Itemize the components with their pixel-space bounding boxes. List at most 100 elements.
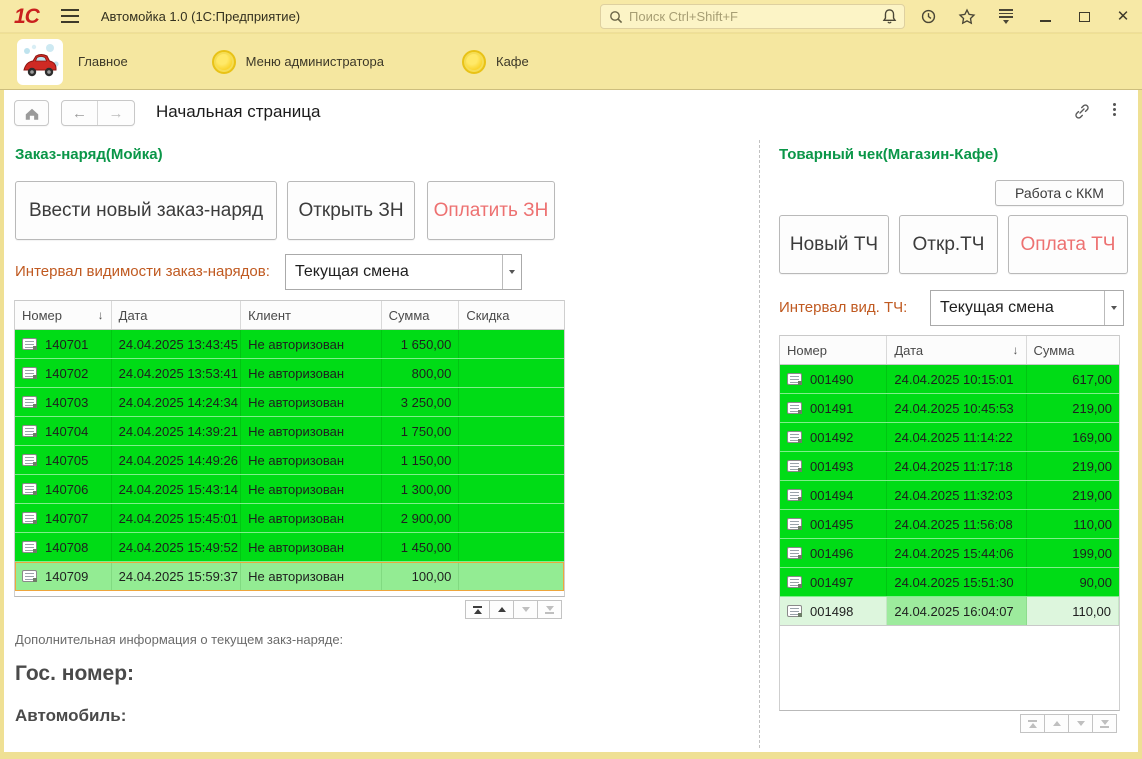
- go-first-button[interactable]: [1020, 714, 1045, 733]
- panel-splitter[interactable]: [759, 140, 760, 748]
- table-cell[interactable]: 110,00: [1027, 510, 1119, 538]
- table-cell[interactable]: 001494: [780, 481, 887, 509]
- table-cell[interactable]: 24.04.2025 11:17:18: [887, 452, 1026, 480]
- order-row[interactable]: 14070124.04.2025 13:43:45Не авторизован1…: [15, 330, 564, 359]
- new-order-button[interactable]: Ввести новый заказ-наряд: [15, 181, 277, 240]
- go-next-button[interactable]: [1068, 714, 1093, 733]
- go-prev-button[interactable]: [489, 600, 514, 619]
- table-cell[interactable]: 110,00: [1027, 597, 1119, 625]
- table-cell[interactable]: Не авторизован: [241, 533, 381, 561]
- more-menu-icon[interactable]: [1108, 103, 1120, 116]
- kkm-button[interactable]: Работа с ККМ: [995, 180, 1124, 206]
- receipt-row[interactable]: 00149024.04.2025 10:15:01617,00: [780, 365, 1119, 394]
- table-cell[interactable]: 1 150,00: [382, 446, 460, 474]
- favorites-star-icon[interactable]: [958, 8, 976, 26]
- pay-receipt-button[interactable]: Оплата ТЧ: [1008, 215, 1128, 274]
- table-cell[interactable]: Не авторизован: [241, 388, 381, 416]
- table-cell[interactable]: 001498: [780, 597, 887, 625]
- column-header-sum[interactable]: Сумма: [382, 301, 460, 329]
- table-cell[interactable]: 24.04.2025 16:04:07: [887, 597, 1026, 625]
- table-cell[interactable]: 24.04.2025 15:44:06: [887, 539, 1026, 567]
- table-cell[interactable]: 001496: [780, 539, 887, 567]
- table-cell[interactable]: Не авторизован: [241, 417, 381, 445]
- receipt-row[interactable]: 00149824.04.2025 16:04:07110,00: [780, 597, 1119, 626]
- table-cell[interactable]: Не авторизован: [241, 359, 381, 387]
- chevron-down-icon[interactable]: [502, 255, 521, 289]
- column-header-client[interactable]: Клиент: [241, 301, 381, 329]
- main-menu-icon[interactable]: [59, 8, 81, 24]
- table-cell[interactable]: 140701: [15, 330, 112, 358]
- table-cell[interactable]: 199,00: [1027, 539, 1119, 567]
- table-cell[interactable]: 001495: [780, 510, 887, 538]
- table-cell[interactable]: 2 900,00: [382, 504, 460, 532]
- home-button[interactable]: [14, 100, 49, 126]
- table-cell[interactable]: 24.04.2025 13:53:41: [112, 359, 242, 387]
- minimize-button[interactable]: [1036, 8, 1054, 26]
- receipt-row[interactable]: 00149624.04.2025 15:44:06199,00: [780, 539, 1119, 568]
- table-cell[interactable]: 24.04.2025 14:39:21: [112, 417, 242, 445]
- search-input[interactable]: [629, 9, 896, 24]
- receipt-row[interactable]: 00149224.04.2025 11:14:22169,00: [780, 423, 1119, 452]
- table-cell[interactable]: [459, 475, 564, 503]
- section-cafe[interactable]: Кафе: [462, 50, 529, 74]
- table-cell[interactable]: 1 300,00: [382, 475, 460, 503]
- table-cell[interactable]: 24.04.2025 10:45:53: [887, 394, 1026, 422]
- column-header-discount[interactable]: Скидка: [459, 301, 564, 329]
- pay-order-button[interactable]: Оплатить ЗН: [427, 181, 555, 240]
- order-row[interactable]: 14070524.04.2025 14:49:26Не авторизован1…: [15, 446, 564, 475]
- table-cell[interactable]: 001497: [780, 568, 887, 596]
- table-cell[interactable]: 140709: [15, 562, 112, 590]
- order-row[interactable]: 14070624.04.2025 15:43:14Не авторизован1…: [15, 475, 564, 504]
- table-cell[interactable]: 24.04.2025 10:15:01: [887, 365, 1026, 393]
- order-row[interactable]: 14070924.04.2025 15:59:37Не авторизован1…: [15, 562, 564, 591]
- order-row[interactable]: 14070724.04.2025 15:45:01Не авторизован2…: [15, 504, 564, 533]
- table-cell[interactable]: 219,00: [1027, 452, 1119, 480]
- table-cell[interactable]: 169,00: [1027, 423, 1119, 451]
- global-search[interactable]: [600, 4, 905, 29]
- table-cell[interactable]: 90,00: [1027, 568, 1119, 596]
- table-cell[interactable]: 001490: [780, 365, 887, 393]
- column-header-number[interactable]: Номер↓: [15, 301, 112, 329]
- section-main[interactable]: Главное: [78, 54, 128, 69]
- table-cell[interactable]: 140707: [15, 504, 112, 532]
- column-header-date[interactable]: Дата: [112, 301, 242, 329]
- order-row[interactable]: 14070424.04.2025 14:39:21Не авторизован1…: [15, 417, 564, 446]
- column-header-number[interactable]: Номер: [780, 336, 887, 364]
- table-cell[interactable]: Не авторизован: [241, 330, 381, 358]
- go-next-button[interactable]: [513, 600, 538, 619]
- go-last-button[interactable]: [1092, 714, 1117, 733]
- table-cell[interactable]: 24.04.2025 13:43:45: [112, 330, 242, 358]
- table-cell[interactable]: 24.04.2025 14:24:34: [112, 388, 242, 416]
- table-cell[interactable]: Не авторизован: [241, 475, 381, 503]
- new-receipt-button[interactable]: Новый ТЧ: [779, 215, 889, 274]
- table-cell[interactable]: [459, 417, 564, 445]
- table-cell[interactable]: 800,00: [382, 359, 460, 387]
- maximize-button[interactable]: [1075, 8, 1093, 26]
- table-cell[interactable]: 140704: [15, 417, 112, 445]
- table-cell[interactable]: [459, 388, 564, 416]
- table-cell[interactable]: 24.04.2025 15:51:30: [887, 568, 1026, 596]
- go-last-button[interactable]: [537, 600, 562, 619]
- table-cell[interactable]: 24.04.2025 15:45:01: [112, 504, 242, 532]
- table-cell[interactable]: 617,00: [1027, 365, 1119, 393]
- table-cell[interactable]: 24.04.2025 11:32:03: [887, 481, 1026, 509]
- table-cell[interactable]: 24.04.2025 14:49:26: [112, 446, 242, 474]
- forward-button[interactable]: →: [98, 101, 134, 125]
- table-cell[interactable]: 140702: [15, 359, 112, 387]
- back-button[interactable]: ←: [62, 101, 98, 125]
- table-cell[interactable]: Не авторизован: [241, 504, 381, 532]
- table-cell[interactable]: [459, 446, 564, 474]
- table-cell[interactable]: 001492: [780, 423, 887, 451]
- table-cell[interactable]: 24.04.2025 11:14:22: [887, 423, 1026, 451]
- table-cell[interactable]: 1 750,00: [382, 417, 460, 445]
- table-cell[interactable]: 219,00: [1027, 481, 1119, 509]
- table-cell[interactable]: [459, 533, 564, 561]
- table-cell[interactable]: [459, 562, 564, 590]
- history-icon[interactable]: [919, 8, 937, 26]
- service-menu-icon[interactable]: [997, 8, 1015, 26]
- table-cell[interactable]: 24.04.2025 11:56:08: [887, 510, 1026, 538]
- table-cell[interactable]: 140706: [15, 475, 112, 503]
- close-button[interactable]: ✕: [1114, 8, 1132, 26]
- receipt-row[interactable]: 00149524.04.2025 11:56:08110,00: [780, 510, 1119, 539]
- table-cell[interactable]: 219,00: [1027, 394, 1119, 422]
